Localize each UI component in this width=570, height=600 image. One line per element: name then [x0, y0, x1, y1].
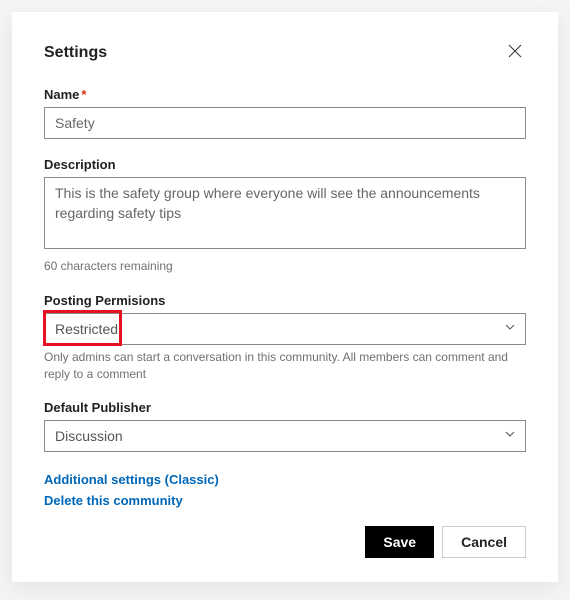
posting-label: Posting Permisions: [44, 293, 526, 308]
posting-select[interactable]: Restricted: [44, 313, 526, 345]
dialog-title: Settings: [44, 44, 107, 62]
posting-select-value: Restricted: [55, 321, 118, 337]
required-mark: *: [81, 87, 86, 102]
description-helper: 60 characters remaining: [44, 258, 526, 275]
close-icon: [508, 44, 522, 61]
name-field-group: Name*: [44, 87, 526, 139]
posting-field-group: Posting Permisions Restricted Only admin…: [44, 293, 526, 383]
publisher-field-group: Default Publisher Discussion: [44, 400, 526, 452]
save-button[interactable]: Save: [365, 526, 434, 558]
additional-settings-link[interactable]: Additional settings (Classic): [44, 470, 526, 491]
description-label: Description: [44, 157, 526, 172]
publisher-select-wrap: Discussion: [44, 420, 526, 452]
dialog-footer: Save Cancel: [44, 526, 526, 558]
links-row: Additional settings (Classic) Delete thi…: [44, 470, 526, 512]
publisher-select[interactable]: Discussion: [44, 420, 526, 452]
close-button[interactable]: [504, 40, 526, 65]
posting-select-wrap: Restricted: [44, 313, 526, 345]
publisher-label: Default Publisher: [44, 400, 526, 415]
settings-dialog: Settings Name* Description 60 characters…: [12, 12, 558, 582]
name-input[interactable]: [44, 107, 526, 139]
publisher-select-value: Discussion: [55, 428, 123, 444]
posting-helper: Only admins can start a conversation in …: [44, 349, 526, 383]
description-field-group: Description 60 characters remaining: [44, 157, 526, 275]
dialog-header: Settings: [44, 40, 526, 65]
name-label-text: Name: [44, 87, 79, 102]
description-input[interactable]: [44, 177, 526, 249]
name-label: Name*: [44, 87, 526, 102]
cancel-button[interactable]: Cancel: [442, 526, 526, 558]
delete-community-link[interactable]: Delete this community: [44, 491, 526, 512]
